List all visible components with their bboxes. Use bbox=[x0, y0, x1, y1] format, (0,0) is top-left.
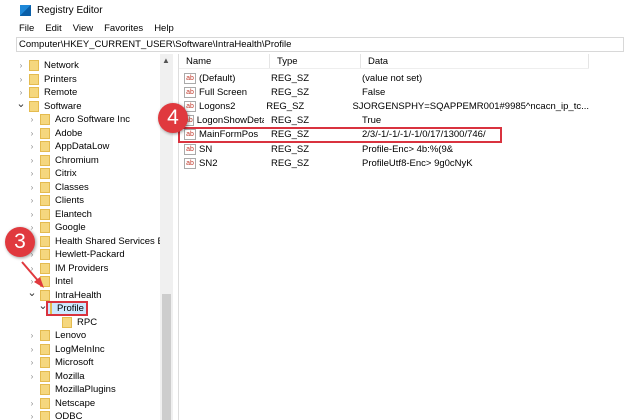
callout-badge-4: 4 bbox=[158, 103, 188, 133]
callout-badge-3: 3 bbox=[5, 227, 35, 257]
callout-arrow bbox=[21, 261, 44, 288]
